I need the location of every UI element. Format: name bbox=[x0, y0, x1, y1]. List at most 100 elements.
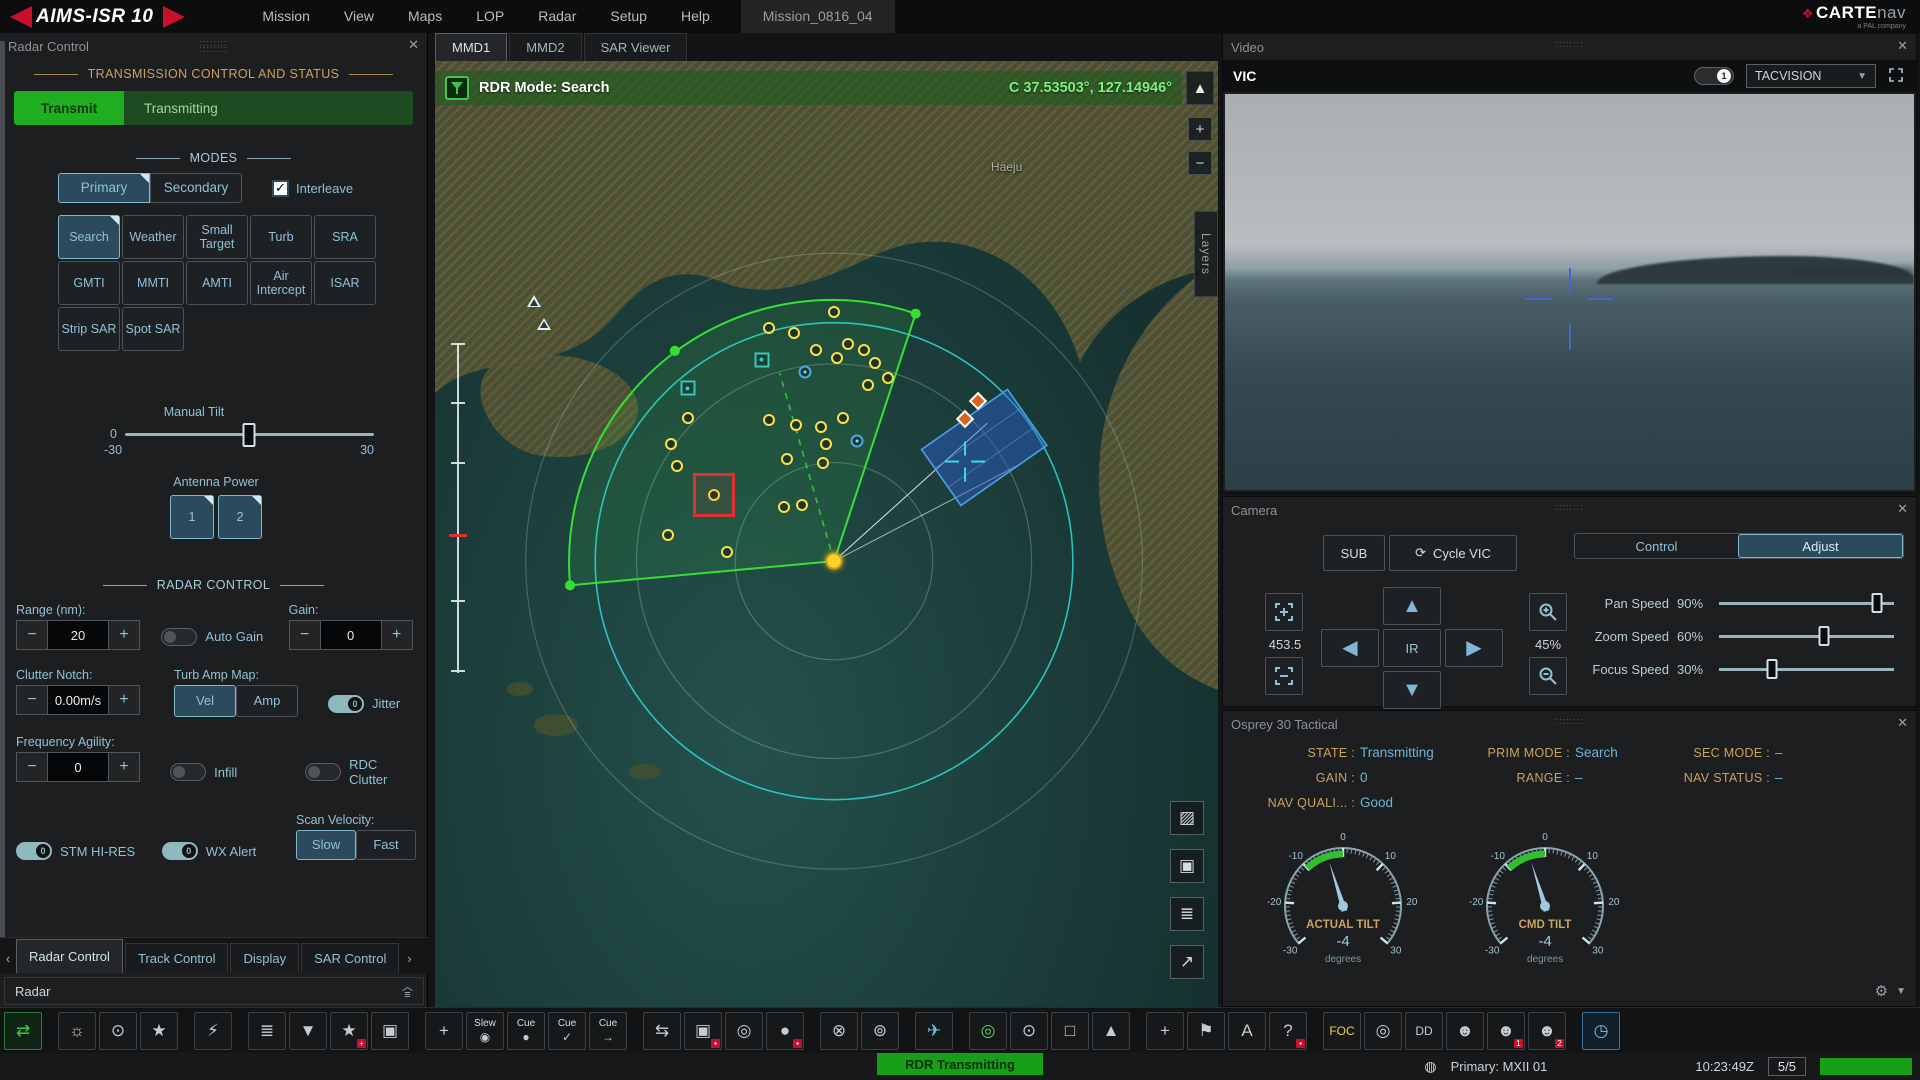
contact-marker[interactable] bbox=[815, 421, 827, 433]
menu-setup[interactable]: Setup bbox=[593, 0, 664, 33]
mode-button-turb[interactable]: Turb bbox=[250, 215, 312, 259]
gain-value[interactable]: 0 bbox=[320, 621, 382, 649]
infill-toggle[interactable] bbox=[170, 763, 206, 781]
menu-help[interactable]: Help bbox=[664, 0, 727, 33]
focus-far-button[interactable] bbox=[1265, 657, 1303, 695]
drag-handle-icon[interactable]: :::::::: bbox=[1555, 718, 1583, 724]
camera-ir-button[interactable]: IR bbox=[1383, 629, 1441, 667]
clutter-decrement-button[interactable]: − bbox=[17, 686, 47, 714]
contact-marker[interactable] bbox=[831, 352, 843, 364]
primary-tab[interactable]: Primary bbox=[58, 173, 150, 203]
contact-marker[interactable] bbox=[721, 546, 733, 558]
toolbar-center-target-icon[interactable]: ⊙ bbox=[1010, 1012, 1048, 1050]
sector-handle-3[interactable] bbox=[670, 346, 680, 356]
notes-tool-icon[interactable]: ≣ bbox=[1170, 897, 1204, 931]
selected-contact-box[interactable] bbox=[693, 473, 735, 517]
drag-handle-icon[interactable]: :::::::: bbox=[1555, 41, 1583, 47]
toolbar-ir-rings-icon[interactable]: ◎ bbox=[1364, 1012, 1402, 1050]
contact-marker[interactable] bbox=[796, 499, 808, 511]
video-feed[interactable] bbox=[1225, 94, 1914, 490]
contact-marker[interactable] bbox=[682, 412, 694, 424]
layers-tab[interactable]: Layers bbox=[1194, 211, 1218, 297]
contact-marker[interactable] bbox=[778, 501, 790, 513]
scan-velocity-fast[interactable]: Fast bbox=[356, 830, 416, 860]
wx-alert-toggle[interactable]: 0 bbox=[162, 842, 198, 860]
close-icon[interactable]: ✕ bbox=[1897, 715, 1908, 731]
toolbar-pan-move-icon[interactable]: + bbox=[425, 1012, 463, 1050]
camera-right-button[interactable]: ▶ bbox=[1445, 629, 1503, 667]
vic-toggle[interactable]: 1 bbox=[1694, 67, 1734, 85]
toolbar-slew-icon[interactable]: Slew◉ bbox=[466, 1012, 504, 1050]
map-tab-mmd2[interactable]: MMD2 bbox=[509, 33, 581, 61]
tabs-scroll-right-icon[interactable]: › bbox=[401, 943, 417, 973]
mode-button-air-intercept[interactable]: Air Intercept bbox=[250, 261, 312, 305]
toolbar-beacon-icon[interactable]: ☼ bbox=[58, 1012, 96, 1050]
triangle-marker[interactable] bbox=[527, 295, 541, 307]
range-increment-button[interactable]: + bbox=[109, 621, 139, 649]
tabs-scroll-left-icon[interactable]: ‹ bbox=[0, 943, 16, 973]
toolbar-range-rings-icon[interactable]: ◎ bbox=[969, 1012, 1007, 1050]
cycle-vic-button[interactable]: ⟳Cycle VIC bbox=[1389, 535, 1517, 571]
toolbar-dd-button[interactable]: DD bbox=[1405, 1012, 1443, 1050]
transmit-button[interactable]: Transmit bbox=[14, 91, 124, 125]
sar-collection-box[interactable] bbox=[922, 389, 1047, 505]
route-tool-icon[interactable]: ↗ bbox=[1170, 945, 1204, 979]
mode-button-gmti[interactable]: GMTI bbox=[58, 261, 120, 305]
triangle-marker[interactable] bbox=[537, 318, 551, 330]
toolbar-video-snapshot-icon[interactable]: ▣▪ bbox=[684, 1012, 722, 1050]
collapse-chevron-icon[interactable]: ︿≡ bbox=[402, 983, 413, 999]
slider-focus-speed[interactable] bbox=[1719, 659, 1894, 679]
ownship-marker[interactable] bbox=[825, 553, 842, 570]
focus-near-button[interactable] bbox=[1265, 593, 1303, 631]
toolbar-star-add-icon[interactable]: ★+ bbox=[330, 1012, 368, 1050]
range-decrement-button[interactable]: − bbox=[17, 621, 47, 649]
mission-tab[interactable]: Mission_0816_04 bbox=[741, 0, 895, 33]
map-zoom-in-button[interactable]: + bbox=[1188, 117, 1212, 141]
mode-button-isar[interactable]: ISAR bbox=[314, 261, 376, 305]
camera-tab-adjust[interactable]: Adjust bbox=[1738, 534, 1903, 558]
antenna-power-button-1[interactable]: 1 bbox=[170, 495, 214, 539]
mode-button-mmti[interactable]: MMTI bbox=[122, 261, 184, 305]
toolbar-operator-1-icon[interactable]: ☻1 bbox=[1487, 1012, 1525, 1050]
close-icon[interactable]: ✕ bbox=[408, 37, 419, 53]
sector-handle-2[interactable] bbox=[911, 309, 921, 319]
box-marker[interactable] bbox=[754, 352, 769, 367]
clutter-value[interactable]: 0.00m/s bbox=[47, 686, 109, 714]
camera-down-button[interactable]: ▼ bbox=[1383, 671, 1441, 709]
mode-button-strip-sar[interactable]: Strip SAR bbox=[58, 307, 120, 351]
toolbar-cue-check-icon[interactable]: Cue✓ bbox=[548, 1012, 586, 1050]
toolbar-fit-extent-icon[interactable]: □ bbox=[1051, 1012, 1089, 1050]
select-region-tool-icon[interactable]: ▨ bbox=[1170, 801, 1204, 835]
toolbar-operator-icon[interactable]: ☻ bbox=[1446, 1012, 1484, 1050]
freq-decrement-button[interactable]: − bbox=[17, 753, 47, 781]
turb-amp-vel[interactable]: Vel bbox=[174, 685, 236, 717]
camera-tab-control[interactable]: Control bbox=[1575, 534, 1738, 558]
toolbar-terrain-icon[interactable]: ▲ bbox=[1092, 1012, 1130, 1050]
toolbar-sensor-link-b-icon[interactable]: ⊚ bbox=[861, 1012, 899, 1050]
toolbar-video-swap-icon[interactable]: ⇆ bbox=[643, 1012, 681, 1050]
map-tab-sar-viewer[interactable]: SAR Viewer bbox=[584, 33, 688, 61]
contact-marker[interactable] bbox=[869, 357, 881, 369]
antenna-power-button-2[interactable]: 2 bbox=[218, 495, 262, 539]
contact-marker[interactable] bbox=[882, 372, 894, 384]
mode-button-weather[interactable]: Weather bbox=[122, 215, 184, 259]
north-arrow-button[interactable]: ▲ bbox=[1186, 71, 1214, 105]
box-marker[interactable] bbox=[680, 381, 695, 396]
toolbar-video-record-icon[interactable]: ●▪ bbox=[766, 1012, 804, 1050]
toolbar-designate-target-icon[interactable]: ⊙ bbox=[99, 1012, 137, 1050]
contact-marker[interactable] bbox=[788, 327, 800, 339]
drag-handle-icon[interactable]: :::::::: bbox=[1555, 504, 1583, 510]
radar-section-bar[interactable]: Radar ︿≡ bbox=[4, 977, 424, 1005]
map-viewport[interactable]: RDR Mode: Search C 37.53503°, 127.14946°… bbox=[435, 61, 1218, 1007]
toolbar-aircraft-icon[interactable]: ✈ bbox=[915, 1012, 953, 1050]
toolbar-cue-arrow-icon[interactable]: Cue→ bbox=[589, 1012, 627, 1050]
mode-button-search[interactable]: Search bbox=[58, 215, 120, 259]
camera-left-button[interactable]: ◀ bbox=[1321, 629, 1379, 667]
sub-button[interactable]: SUB bbox=[1323, 535, 1385, 571]
stm-hires-toggle[interactable]: 0 bbox=[16, 842, 52, 860]
gain-decrement-button[interactable]: − bbox=[290, 621, 320, 649]
panel-tab-sar-control[interactable]: SAR Control bbox=[301, 943, 399, 973]
manual-tilt-slider[interactable] bbox=[125, 427, 374, 441]
contact-marker[interactable] bbox=[662, 529, 674, 541]
toolbar-transmit-toggle-icon[interactable]: ⇄ bbox=[4, 1012, 42, 1050]
